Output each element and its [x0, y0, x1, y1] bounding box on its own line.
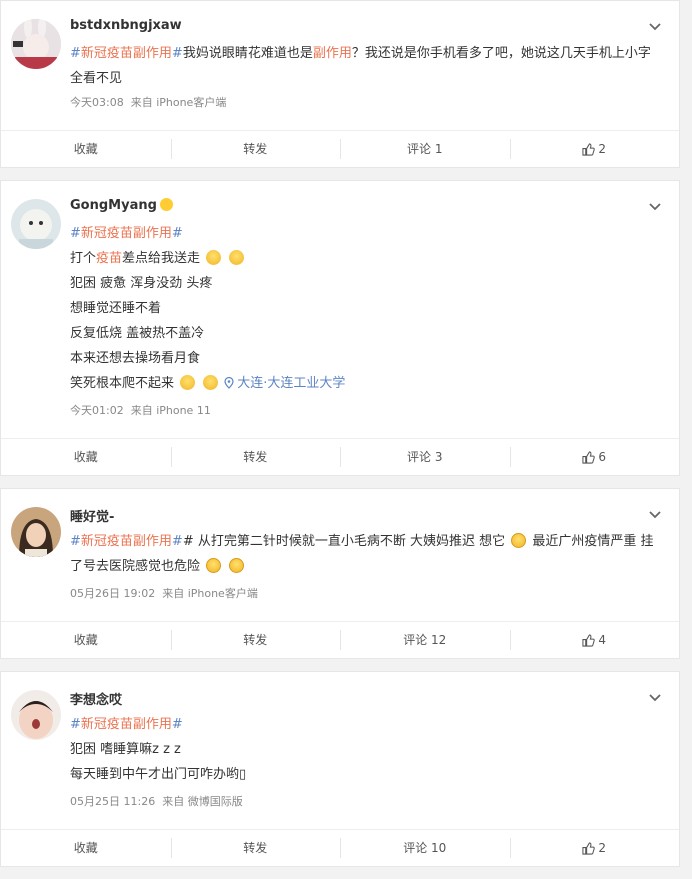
- chevron-down-icon[interactable]: [647, 19, 663, 35]
- comment-button[interactable]: 评论 12: [340, 630, 510, 650]
- post-text: #新冠疫苗副作用#我妈说眼睛花难道也是副作用？我还说是你手机看多了吧，她说这几天…: [70, 46, 651, 86]
- avatar[interactable]: [11, 690, 61, 740]
- crying-emoji-icon: [206, 558, 222, 573]
- thumbs-up-icon: [582, 634, 596, 647]
- like-button[interactable]: 2: [509, 139, 680, 159]
- hashtag-link[interactable]: #新冠疫苗副作用#: [70, 46, 183, 61]
- post-meta: 05月26日 19:02 来自 iPhone客户端: [70, 585, 258, 601]
- action-bar: 收藏 转发 评论 12 4: [1, 621, 679, 658]
- post-card: bstdxnbngjxaw #新冠疫苗副作用#我妈说眼睛花难道也是副作用？我还说…: [0, 0, 680, 168]
- vip-badge-icon: [159, 198, 173, 211]
- username[interactable]: 睡好觉-: [70, 506, 114, 525]
- emoji-icon: [229, 250, 245, 265]
- location-link[interactable]: 大连·大连工业大学: [220, 376, 345, 391]
- emoji-icon: [180, 375, 196, 390]
- chevron-down-icon[interactable]: [647, 199, 663, 215]
- username[interactable]: GongMyang: [70, 198, 173, 213]
- repost-button[interactable]: 转发: [170, 139, 341, 159]
- post-time[interactable]: 05月25日 11:26: [70, 795, 155, 808]
- hashtag-link[interactable]: #新冠疫苗副作用#: [70, 717, 183, 732]
- post-source: 来自 iPhone 11: [130, 404, 211, 417]
- like-button[interactable]: 2: [509, 838, 680, 858]
- post-meta: 05月25日 11:26 来自 微博国际版: [70, 793, 243, 809]
- post-source: 来自 iPhone客户端: [130, 96, 227, 109]
- username[interactable]: 李想念哎: [70, 689, 122, 708]
- crying-emoji-icon: [229, 558, 245, 573]
- post-text: #新冠疫苗副作用## 从打完第二针时候就一直小毛病不断 大姨妈推迟 想它 最近广…: [70, 533, 654, 574]
- comment-button[interactable]: 评论 1: [340, 139, 510, 159]
- repost-button[interactable]: 转发: [170, 838, 341, 858]
- hashtag-link[interactable]: #新冠疫苗副作用#: [70, 226, 183, 241]
- post-meta: 今天01:02 来自 iPhone 11: [70, 402, 211, 418]
- comment-button[interactable]: 评论 3: [340, 447, 510, 467]
- post-text: #新冠疫苗副作用# 打个疫苗差点给我送走 犯困 疲惫 浑身没劲 头疼 想睡觉还睡…: [70, 226, 346, 391]
- emoji-icon: [203, 375, 219, 390]
- hashtag-link[interactable]: #新冠疫苗副作用#: [70, 534, 183, 549]
- favorite-button[interactable]: 收藏: [1, 630, 171, 650]
- post-source: 来自 微博国际版: [162, 795, 243, 808]
- post-card: 睡好觉- #新冠疫苗副作用## 从打完第二针时候就一直小毛病不断 大姨妈推迟 想…: [0, 488, 680, 659]
- emoji-icon: [206, 250, 222, 265]
- favorite-button[interactable]: 收藏: [1, 139, 171, 159]
- action-bar: 收藏 转发 评论 10 2: [1, 829, 679, 866]
- thumbs-up-icon: [582, 143, 596, 156]
- post-text: #新冠疫苗副作用# 犯困 嗜睡算嘛z z z 每天睡到中午才出门可咋办哟▯: [70, 717, 247, 782]
- repost-button[interactable]: 转发: [170, 630, 341, 650]
- action-bar: 收藏 转发 评论 1 2: [1, 130, 679, 167]
- like-button[interactable]: 6: [509, 447, 680, 467]
- comment-button[interactable]: 评论 10: [340, 838, 510, 858]
- post-time[interactable]: 今天01:02: [70, 404, 124, 417]
- post-time[interactable]: 今天03:08: [70, 96, 124, 109]
- location-pin-icon: [224, 377, 234, 389]
- avatar[interactable]: [11, 19, 61, 69]
- like-button[interactable]: 4: [509, 630, 680, 650]
- post-card: 李想念哎 #新冠疫苗副作用# 犯困 嗜睡算嘛z z z 每天睡到中午才出门可咋办…: [0, 671, 680, 867]
- thumbs-up-icon: [582, 842, 596, 855]
- post-meta: 今天03:08 来自 iPhone客户端: [70, 94, 226, 110]
- chevron-down-icon[interactable]: [647, 690, 663, 706]
- avatar[interactable]: [11, 507, 61, 557]
- post-source: 来自 iPhone客户端: [162, 587, 258, 600]
- post-card: GongMyang #新冠疫苗副作用# 打个疫苗差点给我送走 犯困 疲惫 浑身没…: [0, 180, 680, 476]
- post-time[interactable]: 05月26日 19:02: [70, 587, 155, 600]
- repost-button[interactable]: 转发: [170, 447, 341, 467]
- chevron-down-icon[interactable]: [647, 507, 663, 523]
- favorite-button[interactable]: 收藏: [1, 838, 171, 858]
- username[interactable]: bstdxnbngjxaw: [70, 18, 182, 33]
- thumbs-up-icon: [582, 451, 596, 464]
- action-bar: 收藏 转发 评论 3 6: [1, 438, 679, 475]
- avatar[interactable]: [11, 199, 61, 249]
- favorite-button[interactable]: 收藏: [1, 447, 171, 467]
- crying-emoji-icon: [511, 533, 527, 548]
